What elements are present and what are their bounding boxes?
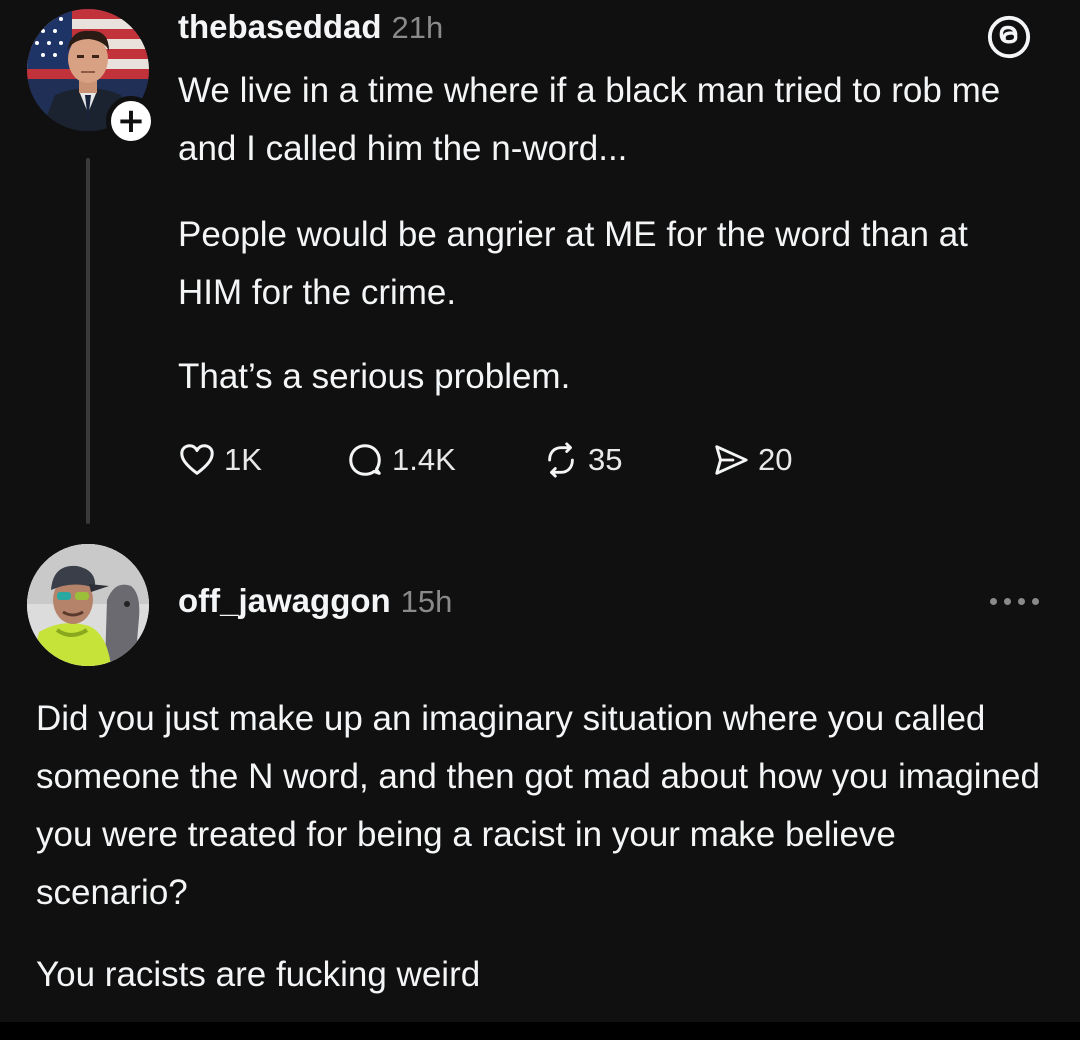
post-paragraph-2: People would be angrier at ME for the wo… [178, 215, 968, 312]
repost-count: 35 [588, 442, 623, 477]
post-paragraph-3: That’s a serious problem. [178, 357, 571, 396]
heart-icon [180, 444, 214, 475]
post-header: thebaseddad 21h [178, 8, 443, 54]
reply-count: 1.4K [392, 442, 456, 477]
reply-username[interactable]: off_jawaggon [178, 582, 391, 620]
post-paragraph-1: We live in a time where if a black man t… [178, 71, 1001, 168]
avatar-image [27, 544, 149, 666]
thread-line [86, 158, 90, 524]
more-icon[interactable] [990, 598, 1039, 605]
reply-paragraph-1: Did you just make up an imaginary situat… [36, 699, 1040, 912]
follow-plus-icon[interactable]: + [106, 96, 156, 146]
avatar-off-jawaggon[interactable] [27, 544, 149, 666]
repost-icon [548, 442, 574, 478]
threads-logo-icon [987, 15, 1031, 59]
reply-button[interactable]: 1.4K [346, 438, 456, 482]
post-timestamp: 21h [391, 10, 444, 45]
reply-header: off_jawaggon 15h [178, 582, 452, 628]
share-count: 20 [758, 442, 793, 477]
bottom-edge [0, 1022, 1080, 1040]
share-icon [715, 445, 748, 475]
reply-paragraph-2: You racists are fucking weird [36, 955, 481, 994]
reply-timestamp: 15h [400, 584, 453, 619]
like-count: 1K [224, 442, 262, 477]
repost-button[interactable]: 35 [542, 438, 622, 482]
share-button[interactable]: 20 [712, 438, 792, 482]
comment-icon [349, 444, 381, 476]
post-username[interactable]: thebaseddad [178, 8, 382, 46]
like-button[interactable]: 1K [178, 438, 262, 482]
